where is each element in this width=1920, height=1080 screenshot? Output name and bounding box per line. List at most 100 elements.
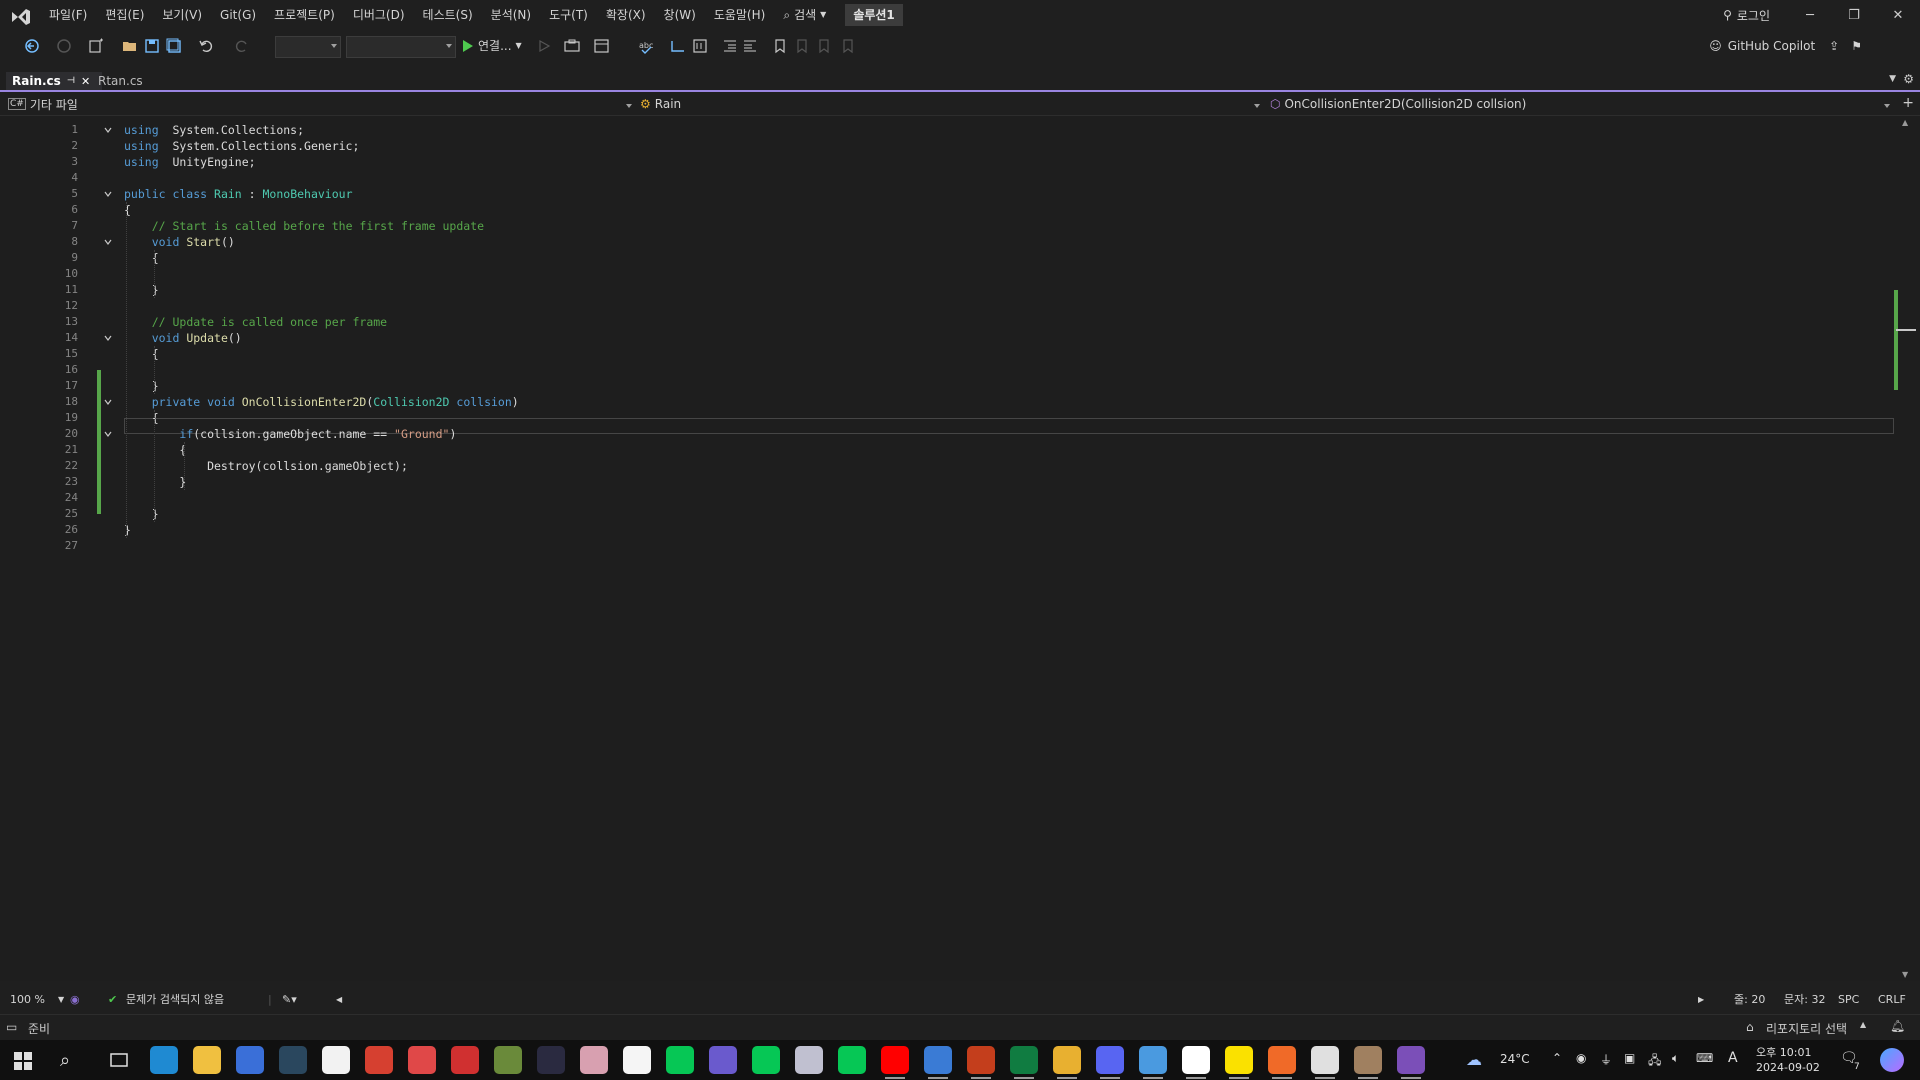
app-s-orange-icon[interactable] xyxy=(1268,1046,1296,1079)
vertical-scrollbar[interactable]: ▲ ▼ xyxy=(1894,116,1920,981)
zoom-level[interactable]: 100 % xyxy=(10,990,45,1010)
tab-rain-cs[interactable]: Rain.cs ⊣ ✕ xyxy=(6,72,102,92)
bookmark-icon[interactable] xyxy=(772,38,788,54)
code-line[interactable]: 4 xyxy=(0,170,1894,186)
code-line[interactable]: 11 } xyxy=(0,282,1894,298)
fold-chevron-icon[interactable] xyxy=(104,238,112,246)
open-folder-icon[interactable] xyxy=(122,38,138,54)
code-line[interactable]: 14 void Update() xyxy=(0,330,1894,346)
configuration-dropdown[interactable] xyxy=(275,36,341,58)
menu-item[interactable]: 보기(V) xyxy=(153,0,211,30)
code-lines[interactable]: 1 using System.Collections; 2 using System.… xyxy=(0,116,1894,576)
redo-icon[interactable] xyxy=(234,38,250,54)
code-line[interactable]: 27 xyxy=(0,538,1894,554)
app-purple-icon[interactable] xyxy=(709,1046,737,1074)
app-person-icon[interactable] xyxy=(1354,1046,1382,1079)
kakaotalk-icon[interactable] xyxy=(1225,1046,1253,1079)
code-cleanup-icon[interactable]: ✎▾ xyxy=(282,990,297,1010)
code-line[interactable]: 2 using System.Collections.Generic; xyxy=(0,138,1894,154)
minimize-button[interactable]: ─ xyxy=(1788,0,1832,30)
scroll-left-icon[interactable]: ◀ xyxy=(336,990,342,1010)
share-icon[interactable]: ⇪ xyxy=(1829,39,1839,53)
app-red-flower-icon[interactable] xyxy=(408,1046,436,1074)
fold-chevron-icon[interactable] xyxy=(104,126,112,134)
fold-chevron-icon[interactable] xyxy=(104,190,112,198)
chevron-up-icon[interactable]: ▲ xyxy=(1860,1020,1866,1029)
code-line[interactable]: 13 // Update is called once per frame xyxy=(0,314,1894,330)
code-line[interactable]: 25 } xyxy=(0,506,1894,522)
chevron-up-icon[interactable]: ⌃ xyxy=(1552,1051,1562,1065)
new-project-icon[interactable] xyxy=(88,38,104,54)
volume-icon[interactable]: 🔈︎ xyxy=(1672,1051,1679,1066)
undo-icon[interactable] xyxy=(198,38,214,54)
search-icon[interactable]: ⌕ xyxy=(60,1050,70,1071)
menu-item[interactable]: 테스트(S) xyxy=(414,0,482,30)
scroll-down-icon[interactable]: ▼ xyxy=(1902,970,1908,979)
file-explorer-icon[interactable] xyxy=(193,1046,221,1074)
issues-status[interactable]: 문제가 검색되지 않음 xyxy=(126,990,224,1010)
fold-chevron-icon[interactable] xyxy=(104,334,112,342)
ime-indicator[interactable]: A xyxy=(1728,1050,1738,1066)
powerpoint-icon[interactable] xyxy=(967,1046,995,1079)
project-dropdown[interactable]: C# 기타 파일 xyxy=(8,95,636,113)
indent-icon[interactable] xyxy=(722,38,738,54)
code-line[interactable]: 8 void Start() xyxy=(0,234,1894,250)
menu-item[interactable]: 도구(T) xyxy=(540,0,597,30)
minecraft-icon[interactable] xyxy=(494,1046,522,1074)
close-icon[interactable]: ✕ xyxy=(81,75,90,88)
notification-bell-icon[interactable]: 🔔︎ xyxy=(1890,1019,1905,1033)
code-line[interactable]: 12 xyxy=(0,298,1894,314)
line-ending-indicator[interactable]: CRLF xyxy=(1878,990,1906,1010)
spell-check-icon[interactable]: abc xyxy=(638,38,654,54)
temperature[interactable]: 24°C xyxy=(1500,1052,1530,1066)
app-blue-icon[interactable] xyxy=(236,1046,264,1074)
clock-time[interactable]: 오후 10:01 xyxy=(1756,1044,1811,1060)
display-icon[interactable]: ▣ xyxy=(1624,1051,1635,1065)
forward-icon[interactable] xyxy=(56,38,72,54)
chrome-icon[interactable] xyxy=(1053,1046,1081,1079)
type-dropdown[interactable]: ⚙ Rain xyxy=(640,95,1260,113)
chevron-down-icon[interactable]: ▼ xyxy=(58,990,64,1010)
youtube-icon[interactable] xyxy=(881,1046,909,1079)
menu-item[interactable]: 도움말(H) xyxy=(705,0,775,30)
scroll-up-icon[interactable]: ▲ xyxy=(1902,118,1908,127)
usb-icon[interactable]: ⏚ xyxy=(1600,1051,1612,1068)
feedback-icon[interactable]: ⚑ xyxy=(1851,39,1862,53)
menu-item[interactable]: Git(G) xyxy=(211,0,265,30)
code-line[interactable]: 15 { xyxy=(0,346,1894,362)
menu-item[interactable]: 파일(F) xyxy=(40,0,96,30)
login-button[interactable]: ⚲ 로그인 xyxy=(1723,0,1770,30)
code-line[interactable]: 1 using System.Collections; xyxy=(0,122,1894,138)
back-icon[interactable] xyxy=(24,38,40,54)
layout-icon[interactable] xyxy=(594,38,610,54)
close-button[interactable]: ✕ xyxy=(1876,0,1920,30)
github-copilot-button[interactable]: ☺ GitHub Copilot ⇪ ⚑ xyxy=(1709,30,1862,62)
member-dropdown[interactable]: ⬡ OnCollisionEnter2D(Collision2D collsio… xyxy=(1270,95,1890,113)
code-line[interactable]: 19 { xyxy=(0,410,1894,426)
code-line[interactable]: 6{ xyxy=(0,202,1894,218)
discord-icon[interactable] xyxy=(1096,1046,1124,1079)
toolbox-icon[interactable] xyxy=(564,38,580,54)
clear-bookmarks-icon[interactable] xyxy=(840,38,856,54)
repository-select[interactable]: 리포지토리 선택 xyxy=(1766,1020,1847,1037)
next-bookmark-icon[interactable] xyxy=(816,38,832,54)
code-line[interactable]: 23 } xyxy=(0,474,1894,490)
platform-dropdown[interactable] xyxy=(346,36,456,58)
menu-item[interactable]: 창(W) xyxy=(655,0,705,30)
code-line[interactable]: 20 if(collsion.gameObject.name == "Groun… xyxy=(0,426,1894,442)
start-without-debug-icon[interactable] xyxy=(536,38,552,54)
intellicode-icon[interactable]: ◉ xyxy=(70,990,80,1010)
gear-icon[interactable]: ⚙ xyxy=(1903,72,1914,86)
code-line[interactable]: 18 private void OnCollisionEnter2D(Colli… xyxy=(0,394,1894,410)
task-view-icon[interactable] xyxy=(110,1051,128,1069)
menu-item[interactable]: 편집(E) xyxy=(96,0,153,30)
column-indicator[interactable]: 문자: 32 xyxy=(1784,990,1825,1010)
clock-date[interactable]: 2024-09-02 xyxy=(1756,1061,1820,1074)
menu-item[interactable]: 확장(X) xyxy=(597,0,655,30)
unity-hub-icon[interactable] xyxy=(1182,1046,1210,1079)
code-line[interactable]: 21 { xyxy=(0,442,1894,458)
code-line[interactable]: 22 Destroy(collsion.gameObject); xyxy=(0,458,1894,474)
tab-list-icon[interactable]: ▼ xyxy=(1889,74,1896,84)
whitespace-indicator[interactable]: SPC xyxy=(1838,990,1859,1010)
code-line[interactable]: 24 xyxy=(0,490,1894,506)
